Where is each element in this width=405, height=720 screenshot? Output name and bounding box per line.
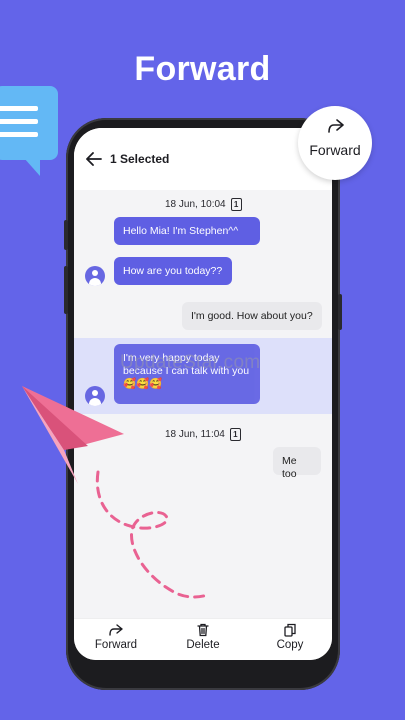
forward-button[interactable]: Forward (81, 623, 151, 651)
forward-feature-badge: Forward (298, 106, 372, 180)
sim-slot-icon: 1 (230, 198, 242, 211)
date-separator: 18 Jun, 10:04 1 (165, 198, 242, 211)
phone-side-button (64, 266, 68, 314)
trash-icon (197, 623, 209, 637)
selection-header: 1 Selected (74, 128, 332, 190)
message-bubble-outgoing[interactable]: I'm good. How about you? (182, 302, 322, 330)
copy-icon (284, 623, 296, 637)
message-bubble-outgoing[interactable]: Me too (273, 447, 321, 480)
phone-side-button (64, 220, 68, 250)
selection-count-title: 1 Selected (110, 152, 170, 166)
message-bubble-incoming[interactable]: Hello Mia! I'm Stephen^^ (114, 217, 260, 245)
action-bar: Forward Delete Copy (74, 618, 332, 660)
message-bubble-incoming[interactable]: How are you today?? (114, 257, 232, 285)
delete-label: Delete (186, 639, 220, 651)
forward-label: Forward (94, 639, 138, 651)
forward-badge-label: Forward (309, 142, 361, 158)
phone-side-button (338, 294, 342, 330)
dashed-trail-decoration (95, 470, 212, 599)
delete-button[interactable]: Delete (168, 623, 238, 651)
chat-bubble-decoration-icon (0, 86, 58, 176)
date-separator: 18 Jun, 11:04 1 (165, 428, 241, 441)
headline: Forward (134, 50, 271, 88)
sim-slot-icon: 1 (229, 428, 241, 441)
avatar (85, 266, 105, 286)
forward-icon (109, 624, 123, 636)
copy-label: Copy (276, 639, 304, 651)
back-arrow-icon[interactable] (86, 152, 102, 166)
copy-button[interactable]: Copy (255, 623, 325, 651)
watermark: UpdateStar.com (120, 352, 261, 373)
forward-icon (328, 119, 344, 133)
